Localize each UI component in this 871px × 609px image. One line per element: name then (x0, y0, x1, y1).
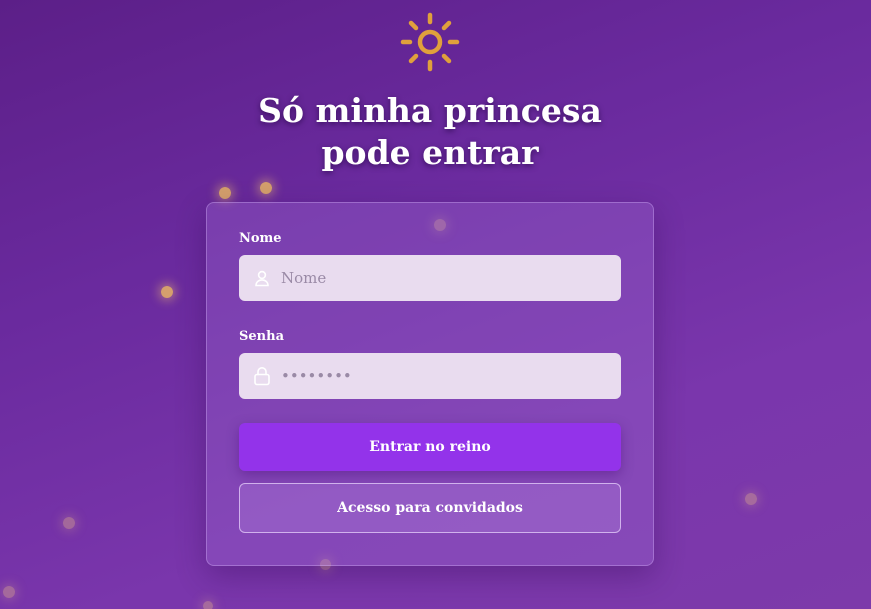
user-icon (251, 267, 273, 289)
password-field[interactable] (239, 353, 621, 399)
name-label: Nome (239, 231, 282, 246)
page-title: Só minha princesa pode entrar (258, 91, 602, 172)
name-field[interactable] (239, 255, 621, 301)
sparkle-dot (219, 187, 231, 199)
password-input[interactable] (281, 367, 601, 385)
sparkle-dot (3, 586, 15, 598)
sparkle-dot (745, 493, 757, 505)
login-card: Nome Senha Entrar no reino Acesso para c… (206, 202, 654, 566)
name-input[interactable] (281, 269, 601, 287)
sun-icon (400, 12, 460, 72)
guest-access-button[interactable]: Acesso para convidados (239, 483, 621, 533)
sparkle-dot (203, 601, 213, 609)
password-label: Senha (239, 329, 284, 344)
sparkle-dot (63, 517, 75, 529)
sparkle-dot (161, 286, 173, 298)
lock-icon (251, 365, 273, 387)
sparkle-dot (260, 182, 272, 194)
login-button[interactable]: Entrar no reino (239, 423, 621, 471)
